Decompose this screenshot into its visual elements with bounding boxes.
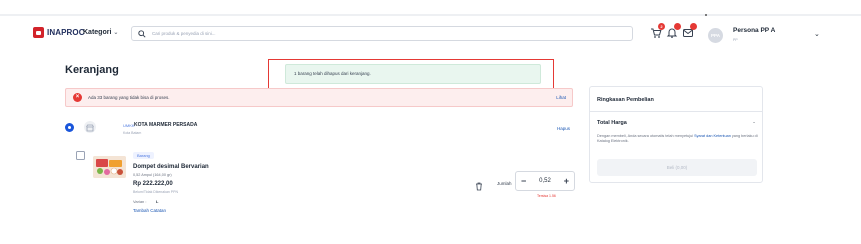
user-role: PP — [733, 38, 738, 42]
user-name[interactable]: Persona PP A — [733, 27, 775, 34]
variant-value: L — [156, 199, 159, 204]
delete-store-button[interactable]: Hapus — [557, 126, 570, 131]
store-icon — [84, 121, 96, 133]
store-tag: UMKK — [123, 123, 135, 128]
summary-title: Ringkasan Pembelian — [597, 97, 654, 103]
kategori-menu[interactable]: Kategori ⌄ — [83, 29, 118, 36]
page-title: Keranjang — [65, 64, 119, 76]
summary-divider — [590, 111, 762, 112]
alert-banner: × Ada 33 barang yang tidak bisa di prose… — [65, 88, 573, 107]
tax-note: Belum/Tidak Dikenakan PPN — [133, 190, 179, 194]
avatar[interactable]: PPA — [708, 28, 723, 43]
product-name[interactable]: Dompet desimal Bervarian — [133, 164, 209, 170]
trash-icon — [476, 182, 482, 191]
cart-button[interactable]: 2 — [650, 23, 665, 38]
alert-text: Ada 33 barang yang tidak bisa di proses. — [88, 95, 170, 100]
chevron-down-icon: ⌄ — [113, 30, 119, 36]
total-label: Total Harga — [597, 120, 627, 126]
terms-link[interactable]: Syarat dan Ketentuan — [694, 134, 731, 138]
add-note-link[interactable]: Tambah Catatan — [133, 208, 166, 213]
search-icon — [138, 29, 146, 38]
terms-note-prefix: Dengan membeli, Anda secara otomatis tel… — [597, 134, 695, 138]
store-name[interactable]: KOTA MARMER PERSADA — [134, 122, 197, 128]
terms-note: Dengan membeli, Anda secara otomatis tel… — [597, 134, 759, 144]
notification-button[interactable] — [666, 23, 681, 38]
quantity-value[interactable]: 0,52 — [539, 178, 551, 184]
increase-button[interactable]: + — [564, 176, 569, 186]
inbox-badge — [690, 23, 697, 30]
inbox-button[interactable] — [682, 23, 697, 38]
logo[interactable]: INAPROC — [33, 27, 85, 38]
delete-item-button[interactable] — [475, 178, 483, 191]
product-price: Rp 222.222,00 — [133, 181, 173, 187]
search-input[interactable] — [152, 31, 632, 36]
top-divider — [0, 14, 861, 16]
logo-icon — [33, 27, 44, 38]
item-checkbox[interactable] — [76, 151, 85, 160]
stock-note: Tersisa 1.56 — [537, 194, 556, 198]
notification-badge — [674, 23, 681, 30]
kategori-label: Kategori — [83, 29, 112, 36]
product-image[interactable] — [93, 156, 126, 178]
decrease-button[interactable]: − — [521, 176, 526, 186]
header-dot — [705, 14, 707, 16]
store-select-radio[interactable] — [65, 123, 74, 132]
search-bar[interactable] — [131, 26, 633, 41]
summary-panel: Ringkasan Pembelian Total Harga - Dengan… — [589, 86, 763, 183]
cart-badge: 2 — [658, 23, 665, 30]
alert-view-link[interactable]: Lihat — [556, 95, 566, 100]
variant-label: Varian : — [133, 199, 147, 204]
quantity-stepper[interactable]: − 0,52 + — [515, 171, 575, 191]
item-type-tag: Barang — [133, 152, 154, 159]
total-value: - — [753, 120, 755, 126]
logo-text: INAPROC — [47, 27, 85, 37]
quantity-label: Jumlah — [497, 181, 512, 186]
alert-icon: × — [73, 93, 82, 102]
buy-button[interactable]: Beli (0,00) — [597, 159, 757, 176]
top-header: INAPROC Kategori ⌄ 2 PPA Persona PP A PP… — [0, 14, 861, 54]
product-unit: 0,52 Ampul (164,00 gr) — [133, 173, 172, 177]
user-menu-chevron-icon[interactable]: ⌄ — [814, 30, 820, 38]
store-location: Kota Batam — [123, 131, 142, 135]
